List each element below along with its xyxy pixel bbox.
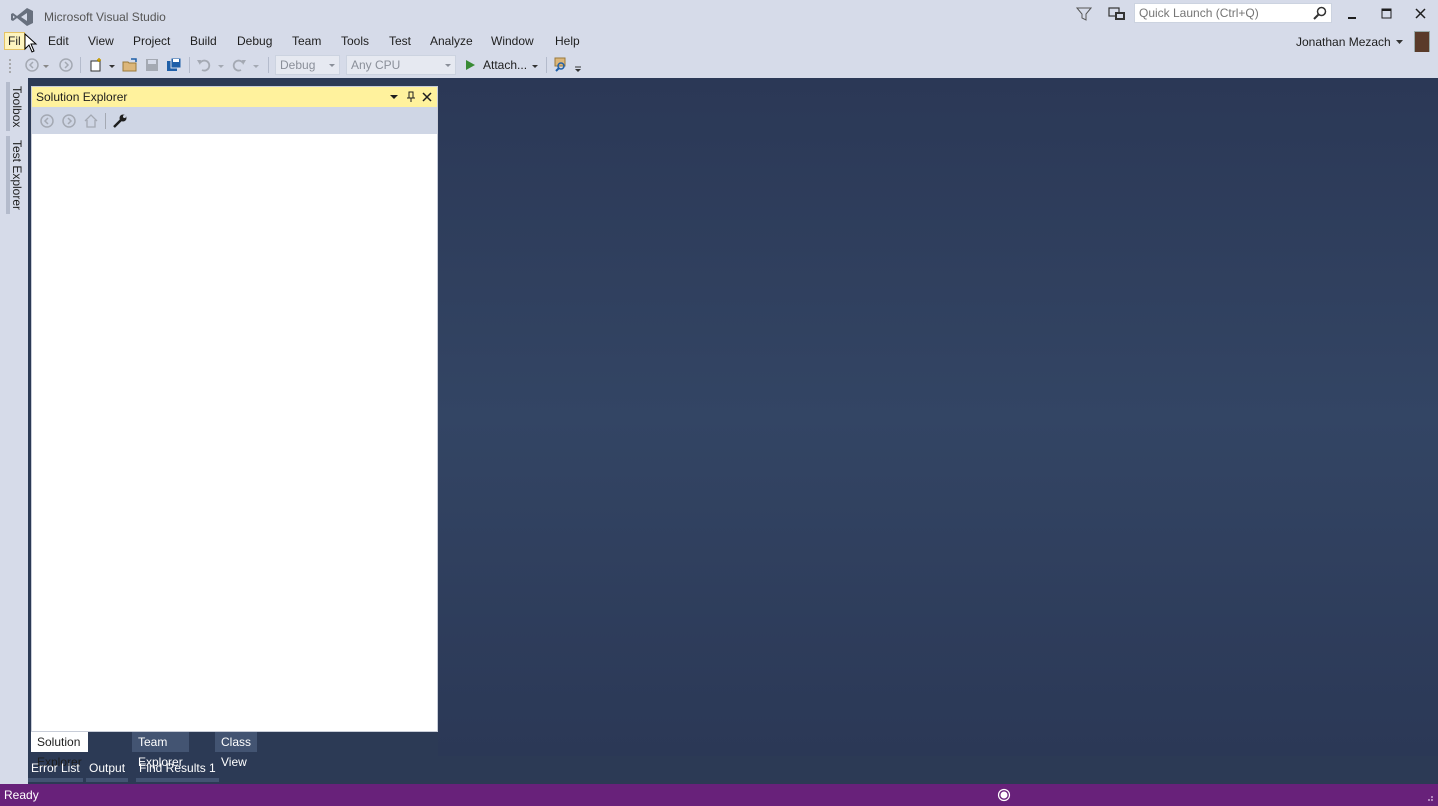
notifications-filter-icon[interactable] — [1076, 6, 1092, 22]
feedback-icon[interactable] — [1108, 6, 1126, 22]
tab-underline — [136, 778, 219, 782]
title-bar: Microsoft Visual Studio — [0, 0, 1438, 30]
pin-icon[interactable] — [405, 91, 417, 103]
solution-configuration-select[interactable]: Debug — [275, 55, 340, 75]
save-all-icon[interactable] — [166, 57, 182, 73]
toolbar-separator — [546, 57, 547, 73]
tab-solution-explorer[interactable]: Solution Explorer — [31, 732, 88, 769]
menu-file[interactable]: Fil — [4, 32, 25, 50]
menu-tools[interactable]: Tools — [338, 33, 372, 49]
solution-explorer-toolbar — [32, 107, 437, 134]
panel-title: Solution Explorer — [36, 90, 128, 104]
attach-label: Attach... — [483, 58, 528, 72]
resize-grip-icon[interactable] — [1424, 792, 1434, 802]
tab-output[interactable]: Output — [86, 758, 129, 782]
solution-platform-value: Any CPU — [351, 58, 401, 72]
mouse-cursor-icon — [24, 33, 38, 53]
save-icon[interactable] — [144, 57, 160, 73]
menu-team[interactable]: Team — [289, 33, 324, 49]
visual-studio-logo-icon — [11, 8, 33, 26]
tab-find-results-label: Find Results 1 — [139, 761, 216, 775]
tab-underline — [28, 778, 83, 782]
tab-output-label: Output — [89, 761, 126, 775]
notification-icon[interactable] — [997, 788, 1011, 802]
menu-debug[interactable]: Debug — [234, 33, 275, 49]
window-position-dropdown-icon[interactable] — [388, 91, 400, 103]
back-icon[interactable] — [39, 113, 55, 129]
tab-underline — [86, 778, 129, 782]
toolbar-overflow-icon[interactable] — [574, 57, 582, 73]
toolbar-separator — [105, 113, 106, 129]
redo-icon[interactable] — [231, 57, 247, 73]
chevron-down-icon — [445, 64, 451, 67]
chevron-down-icon[interactable] — [1396, 40, 1403, 44]
navigate-forward-icon[interactable] — [58, 57, 74, 73]
chevron-down-icon[interactable] — [252, 57, 260, 73]
find-in-files-icon[interactable] — [553, 57, 569, 73]
toolbar-separator — [189, 57, 190, 73]
status-bar: Ready — [0, 784, 1438, 806]
properties-wrench-icon[interactable] — [112, 113, 128, 129]
tab-class-view[interactable]: Class View — [215, 732, 258, 769]
close-panel-icon[interactable] — [421, 91, 433, 103]
solution-platform-select[interactable]: Any CPU — [346, 55, 456, 75]
standard-toolbar: Debug Any CPU Attach... — [0, 52, 1438, 78]
solution-explorer-panel: Solution Explorer — [31, 86, 438, 732]
menu-bar: Fil Edit View Project Build Debug Team T… — [0, 30, 1438, 52]
left-auto-hide-rail: Toolbox Test Explorer — [0, 78, 28, 784]
account-name[interactable]: Jonathan Mezach — [1296, 35, 1391, 49]
undo-icon[interactable] — [196, 57, 212, 73]
avatar[interactable] — [1414, 31, 1430, 53]
editor-area — [438, 78, 1438, 756]
menu-project[interactable]: Project — [130, 33, 173, 49]
search-icon[interactable] — [1313, 6, 1327, 20]
tab-find-results[interactable]: Find Results 1 — [136, 758, 219, 782]
chevron-down-icon[interactable] — [531, 57, 539, 73]
toolbar-separator — [268, 57, 269, 73]
menu-edit[interactable]: Edit — [45, 33, 72, 49]
menu-analyze[interactable]: Analyze — [427, 33, 476, 49]
tab-error-list[interactable]: Error List — [28, 758, 83, 782]
menu-help[interactable]: Help — [552, 33, 583, 49]
open-file-icon[interactable] — [122, 57, 138, 73]
tab-error-list-label: Error List — [31, 761, 80, 775]
tab-team-explorer[interactable]: Team Explorer — [132, 732, 189, 769]
forward-icon[interactable] — [61, 113, 77, 129]
solution-explorer-header: Solution Explorer — [32, 87, 437, 107]
close-window-icon[interactable] — [1406, 4, 1436, 24]
minimize-icon[interactable] — [1338, 4, 1368, 24]
maximize-icon[interactable] — [1372, 4, 1402, 24]
test-explorer-tab[interactable]: Test Explorer — [6, 136, 24, 215]
menu-build[interactable]: Build — [187, 33, 220, 49]
quick-launch-input[interactable] — [1135, 4, 1318, 22]
chevron-down-icon — [329, 64, 335, 67]
new-project-icon[interactable] — [88, 57, 104, 73]
chevron-down-icon[interactable] — [108, 57, 116, 73]
navigate-back-icon[interactable] — [24, 57, 40, 73]
bottom-auto-hide-tabs: Error List Output Find Results 1 — [0, 756, 1438, 782]
solution-configuration-value: Debug — [280, 58, 316, 72]
menu-test[interactable]: Test — [386, 33, 414, 49]
toolbar-grip-icon[interactable] — [8, 57, 14, 73]
toolbox-tab[interactable]: Toolbox — [6, 82, 24, 132]
menu-window[interactable]: Window — [488, 33, 537, 49]
play-icon — [466, 60, 475, 70]
menu-view[interactable]: View — [85, 33, 117, 49]
quick-launch-box[interactable] — [1134, 3, 1332, 23]
chevron-down-icon[interactable] — [42, 57, 50, 73]
window-title: Microsoft Visual Studio — [44, 10, 166, 24]
chevron-down-icon[interactable] — [217, 57, 225, 73]
toolbar-separator — [80, 57, 81, 73]
status-text: Ready — [4, 788, 39, 802]
home-icon[interactable] — [83, 113, 99, 129]
